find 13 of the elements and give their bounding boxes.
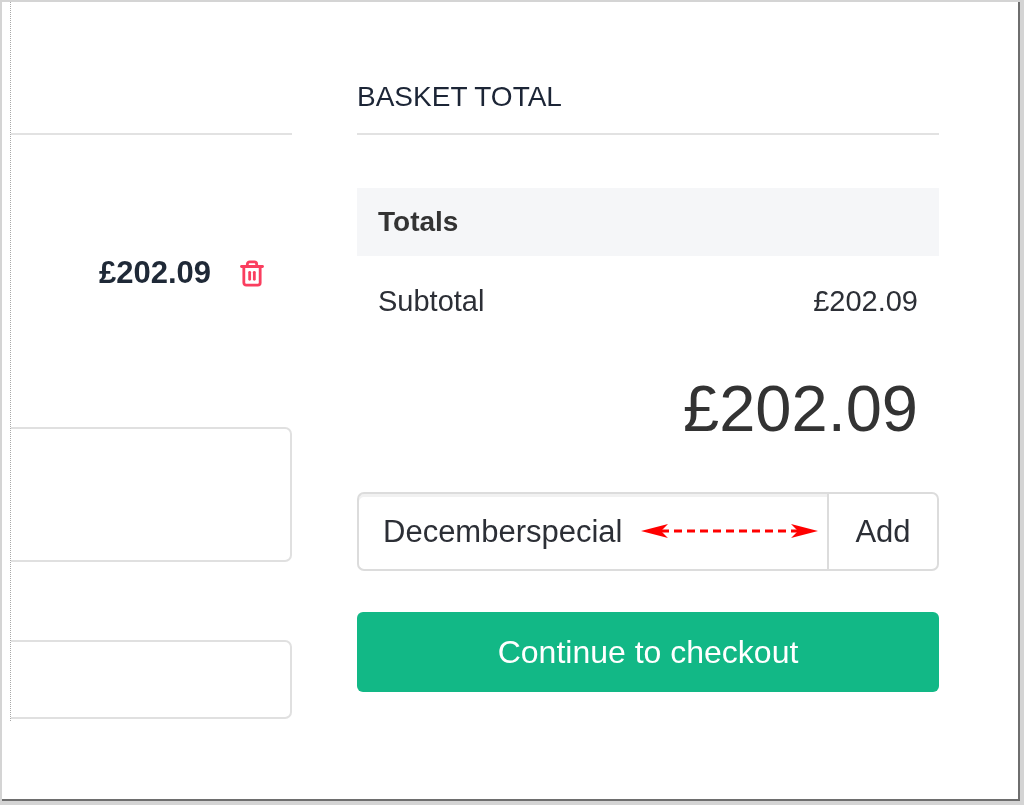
row-label: Subtotal	[378, 284, 485, 318]
text-area-field[interactable]	[11, 427, 292, 562]
row-value: £202.09	[813, 284, 918, 318]
delete-button[interactable]	[238, 257, 266, 289]
text-input-field[interactable]	[11, 640, 292, 719]
basket-total-heading: BASKET TOTAL	[357, 80, 562, 114]
double-arrow-icon	[641, 523, 818, 539]
coupon-input[interactable]: Decemberspecial	[357, 492, 827, 571]
item-price: £202.09	[98, 255, 211, 291]
trash-icon	[238, 257, 266, 289]
add-button[interactable]: Add	[827, 492, 939, 571]
grand-total: £202.09	[683, 371, 918, 447]
totals-title: Totals	[378, 206, 459, 238]
